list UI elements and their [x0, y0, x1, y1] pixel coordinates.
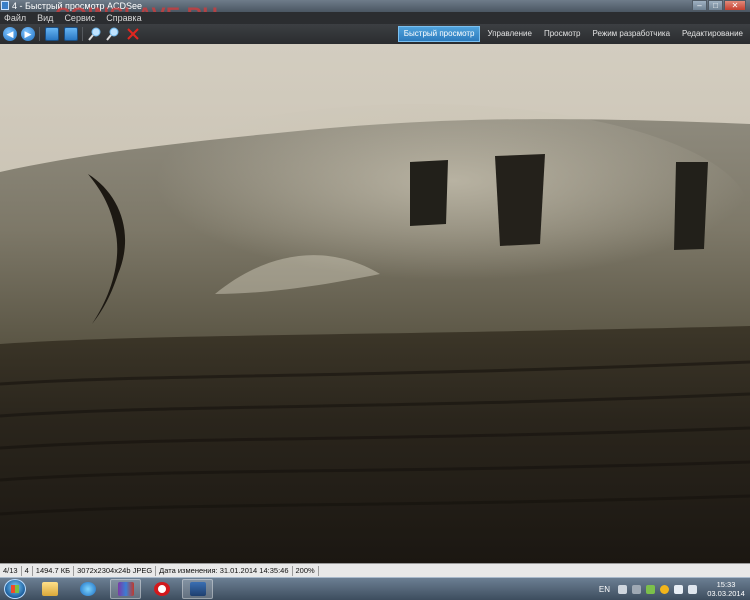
clock[interactable]: 15:33 03.03.2014 [702, 580, 750, 598]
tab-developer[interactable]: Режим разработчика [588, 26, 676, 42]
toolbar-divider [39, 27, 40, 41]
opera-icon[interactable] [146, 579, 177, 599]
menu-file[interactable]: Файл [4, 12, 26, 24]
internet-explorer-icon[interactable] [72, 579, 103, 599]
explorer-icon[interactable] [34, 579, 65, 599]
status-dimensions: 3072x2304x24b JPEG [74, 565, 157, 576]
export-icon[interactable] [45, 27, 59, 41]
network-icon[interactable] [674, 584, 683, 594]
clock-time: 15:33 [716, 580, 736, 589]
mode-tabs: Быстрый просмотр Управление Просмотр Реж… [397, 26, 748, 42]
status-page: 4 [22, 565, 33, 576]
maximize-button[interactable]: □ [708, 0, 723, 11]
tab-edit[interactable]: Редактирование [677, 26, 748, 42]
minimize-button[interactable]: – [692, 0, 707, 11]
menu-help[interactable]: Справка [106, 12, 141, 24]
back-icon[interactable]: ◀ [3, 27, 17, 41]
image-viewer[interactable] [0, 44, 750, 563]
language-indicator[interactable]: EN [599, 585, 610, 594]
tab-view[interactable]: Просмотр [539, 26, 586, 42]
coin-photo [0, 44, 750, 563]
forward-icon[interactable]: ▶ [21, 27, 35, 41]
system-tray: EN 15:33 03.03.2014 [599, 578, 750, 600]
menu-bar: Файл Вид Сервис Справка [0, 12, 750, 24]
status-bar: 4/13 4 1494.7 КБ 3072x2304x24b JPEG Дата… [0, 563, 750, 577]
clock-date: 03.03.2014 [707, 589, 745, 598]
toolbar: ◀ ▶ Быстрый просмотр Управление Просмотр… [0, 24, 750, 45]
volume-icon[interactable] [688, 584, 697, 594]
tray-icon[interactable] [632, 584, 641, 594]
copy-icon[interactable] [64, 27, 78, 41]
tray-icon[interactable] [618, 584, 627, 594]
status-index: 4/13 [0, 565, 22, 576]
status-modified: Дата изменения: 31.01.2014 14:35:46 [156, 565, 293, 576]
status-file-size: 1494.7 КБ [33, 565, 75, 576]
taskbar: EN 15:33 03.03.2014 [0, 577, 750, 600]
status-zoom[interactable]: 200% [293, 565, 319, 576]
tray-icon[interactable] [646, 584, 655, 594]
acdsee-app-icon [1, 1, 9, 10]
zoom-in-icon[interactable] [88, 27, 102, 41]
toolbar-divider [82, 27, 83, 41]
acdsee-icon[interactable] [182, 579, 213, 599]
menu-view[interactable]: Вид [37, 12, 53, 24]
menu-tools[interactable]: Сервис [64, 12, 95, 24]
tray-icon[interactable] [660, 584, 669, 594]
close-button[interactable]: ✕ [724, 0, 746, 11]
delete-icon[interactable] [126, 27, 140, 41]
winrar-icon[interactable] [110, 579, 141, 599]
zoom-out-icon[interactable] [106, 27, 120, 41]
start-button[interactable] [4, 579, 26, 599]
tab-quick-view[interactable]: Быстрый просмотр [397, 26, 481, 42]
tab-manage[interactable]: Управление [482, 26, 536, 42]
title-bar[interactable]: 4 - Быстрый просмотр ACDSee COINSLAVE.RU… [0, 0, 750, 27]
